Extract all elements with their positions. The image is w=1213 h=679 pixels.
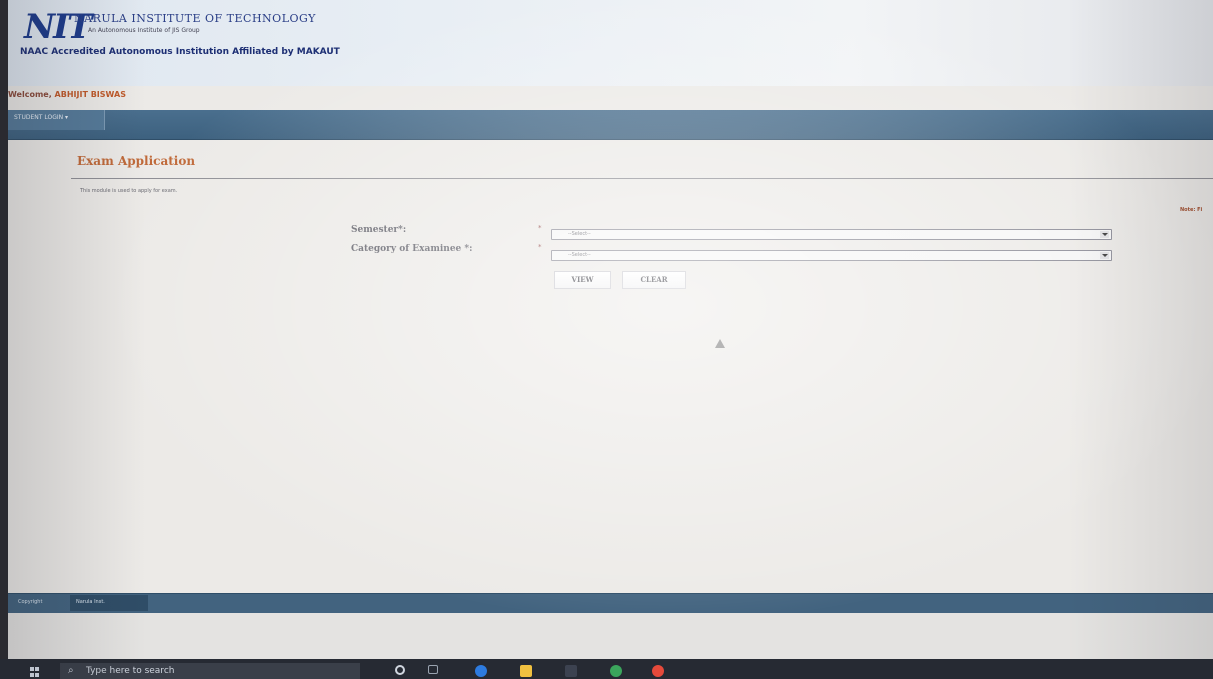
nav-item-student-login[interactable]: STUDENT LOGIN ▾ [8, 110, 105, 130]
cortana-icon[interactable] [395, 665, 405, 675]
task-view-icon[interactable] [428, 665, 438, 674]
taskbar-search-box[interactable]: ⌕ Type here to search [60, 663, 360, 679]
welcome-prefix: Welcome, [8, 90, 52, 99]
edge-icon[interactable] [475, 665, 487, 677]
institute-name: NARULA INSTITUTE OF TECHNOLOGY [74, 12, 316, 25]
chrome-icon[interactable] [610, 665, 622, 677]
page-note: Note: Fi [1180, 207, 1203, 213]
windows-start-icon[interactable] [30, 667, 40, 677]
category-required-mark: * [538, 243, 542, 251]
semester-label: Semester*: [351, 225, 407, 235]
page-description: This module is used to apply for exam. [80, 188, 178, 194]
site-header: NIT NARULA INSTITUTE OF TECHNOLOGY An Au… [8, 0, 1213, 86]
title-divider [71, 178, 1213, 179]
category-select-value: --Select-- [568, 252, 591, 258]
store-icon[interactable] [565, 665, 577, 677]
institute-accreditation: NAAC Accredited Autonomous Institution A… [20, 47, 340, 57]
windows-taskbar: ⌕ Type here to search [0, 659, 1213, 679]
chevron-down-icon [1100, 252, 1109, 259]
main-nav: STUDENT LOGIN ▾ [8, 110, 1213, 140]
footer-copyright: Copyright [18, 599, 43, 605]
welcome-message: Welcome, ABHIJIT BISWAS [8, 90, 126, 99]
search-icon: ⌕ [68, 665, 74, 676]
user-name: ABHIJIT BISWAS [54, 90, 126, 99]
monitor-bezel [0, 0, 8, 679]
chrome-profile-icon[interactable] [652, 665, 664, 677]
file-explorer-icon[interactable] [520, 665, 532, 677]
semester-select[interactable]: --Select-- [551, 229, 1112, 240]
page-title: Exam Application [77, 154, 196, 168]
site-footer: Copyright Narula Inst. [8, 593, 1213, 613]
mouse-cursor-icon [715, 339, 725, 348]
screen: NIT NARULA INSTITUTE OF TECHNOLOGY An Au… [0, 0, 1213, 679]
institute-subtitle: An Autonomous Institute of JIS Group [88, 27, 200, 34]
page-bottom-area [8, 613, 1213, 659]
semester-select-value: --Select-- [568, 231, 591, 237]
chevron-down-icon [1100, 231, 1109, 238]
category-label: Category of Examinee *: [351, 244, 473, 254]
semester-required-mark: * [538, 224, 542, 232]
category-select[interactable]: --Select-- [551, 250, 1112, 261]
footer-link[interactable]: Narula Inst. [70, 595, 148, 611]
clear-button[interactable]: CLEAR [622, 271, 686, 289]
main-content: Exam Application This module is used to … [8, 141, 1213, 593]
view-button[interactable]: VIEW [554, 271, 611, 289]
taskbar-search-placeholder: Type here to search [86, 666, 175, 676]
